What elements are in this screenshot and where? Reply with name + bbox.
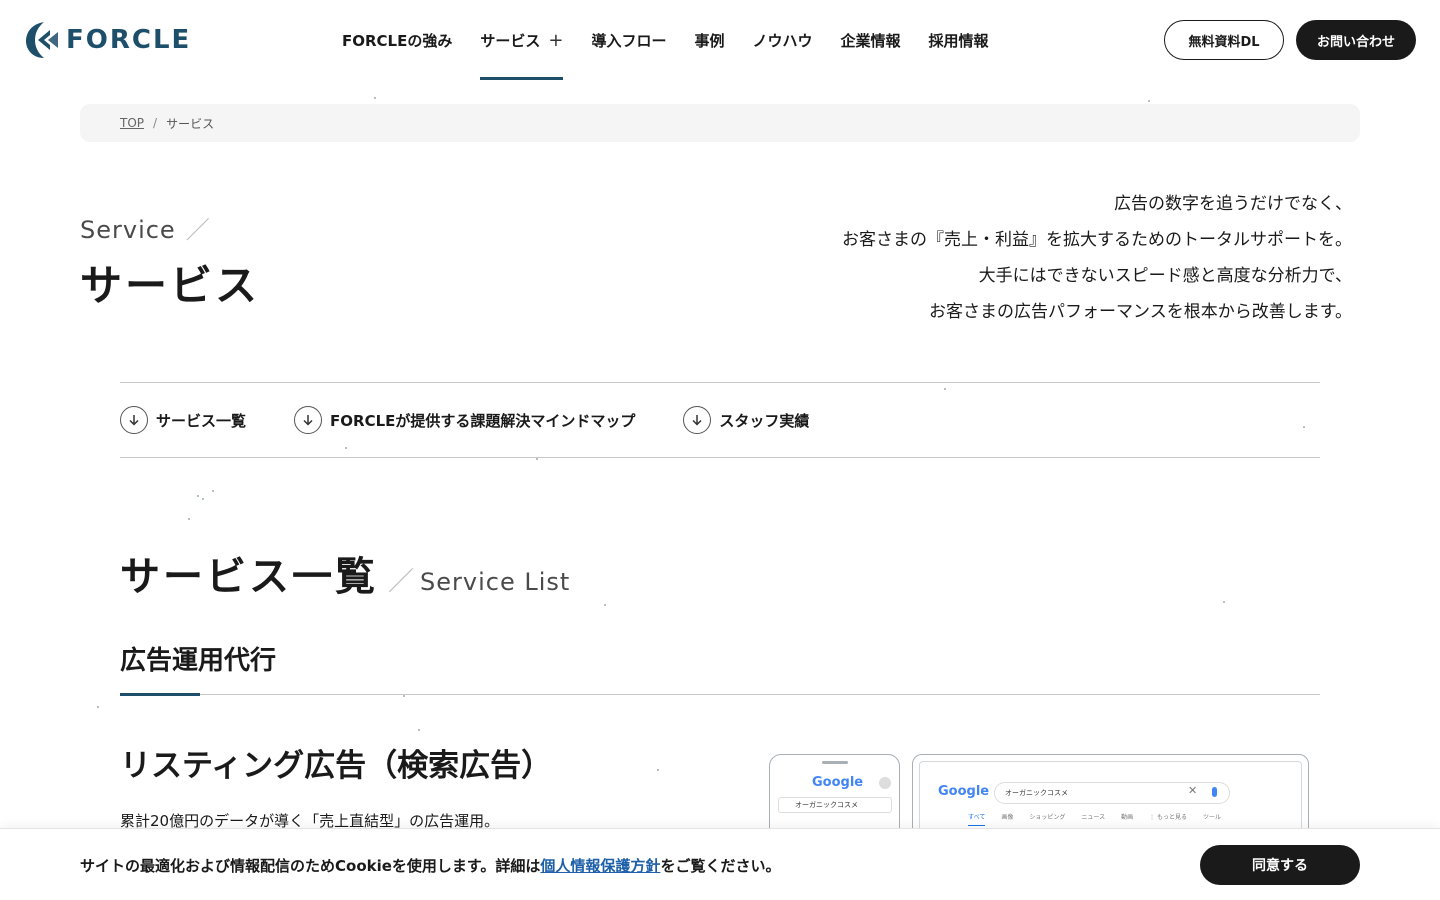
cookie-text-after: をご覧ください。	[660, 857, 781, 875]
search-tab: ツール	[1203, 814, 1222, 821]
logo[interactable]: FORCLE	[24, 20, 191, 60]
main-nav: FORCLEの強み サービス + 導入フロー 事例 ノウハウ 企業情報 採用情報	[328, 0, 1003, 80]
nav-label: 導入フロー	[591, 31, 667, 50]
breadcrumb-separator: /	[153, 116, 158, 130]
page-title-en: Service ／	[80, 210, 211, 245]
nav-item-knowhow[interactable]: ノウハウ	[739, 0, 827, 80]
phone-speaker	[822, 761, 848, 764]
nav-item-flow[interactable]: 導入フロー	[577, 0, 680, 80]
mic-icon	[1212, 787, 1217, 797]
hero-copy-line: 広告の数字を追うだけでなく、	[1114, 194, 1352, 214]
site-header: FORCLE FORCLEの強み サービス + 導入フロー 事例 ノウハウ 企業…	[0, 0, 1440, 80]
anchor-label: サービス一覧	[156, 411, 247, 430]
anchor-label: スタッフ実績	[719, 411, 810, 430]
category-divider	[120, 694, 1320, 695]
search-tab: ニュース	[1081, 814, 1106, 821]
hero-copy-line: 大手にはできないスピード感と高度な分析力で、	[978, 266, 1352, 286]
search-tabs: すべて 画像 ショッピング ニュース 動画 ⋮ もっと見る ツール	[968, 812, 1237, 826]
search-tab: すべて	[968, 812, 986, 826]
nav-item-cases[interactable]: 事例	[681, 0, 739, 80]
breadcrumb-current: サービス	[166, 116, 215, 131]
cookie-text: サイトの最適化および情報配信のためCookieを使用します。詳細は個人情報保護方…	[80, 855, 780, 876]
google-logo: Google	[938, 784, 990, 799]
anchor-links: サービス一覧 FORCLEが提供する課題解決マインドマップ スタッフ実績	[120, 382, 1320, 458]
cookie-accept-button[interactable]: 同意する	[1200, 845, 1360, 885]
anchor-label: FORCLEが提供する課題解決マインドマップ	[330, 411, 636, 430]
anchor-staff[interactable]: スタッフ実績	[683, 406, 809, 434]
category-title: 広告運用代行	[120, 646, 277, 676]
breadcrumb-home-link[interactable]: TOP	[120, 116, 144, 130]
search-tab: ショッピング	[1029, 814, 1066, 821]
forcle-logo-icon	[26, 22, 58, 58]
anchor-service-list[interactable]: サービス一覧	[120, 406, 246, 434]
nav-item-strengths[interactable]: FORCLEの強み	[328, 0, 466, 80]
hero-copy-line: お客さまの『売上・利益』を拡大するためのトータルサポートを。	[842, 230, 1352, 250]
service-list-title-en: Service List	[420, 568, 571, 596]
plus-icon: +	[548, 29, 564, 51]
breadcrumb: TOP / サービス	[80, 104, 1360, 142]
nav-label: 企業情報	[840, 31, 901, 50]
page-title: サービス	[80, 261, 261, 310]
contact-button[interactable]: お問い合わせ	[1296, 20, 1416, 60]
nav-label: FORCLEの強み	[342, 31, 453, 50]
search-tab: ⋮ もっと見る	[1149, 814, 1188, 821]
anchor-mindmap[interactable]: FORCLEが提供する課題解決マインドマップ	[294, 406, 635, 434]
cookie-banner: サイトの最適化および情報配信のためCookieを使用します。詳細は個人情報保護方…	[0, 828, 1440, 900]
service-list-title: サービス一覧	[120, 554, 378, 600]
category-divider-accent	[120, 693, 200, 696]
hero-copy-line: お客さまの広告パフォーマンスを根本から改善します。	[929, 302, 1352, 322]
search-tab: 動画	[1121, 814, 1134, 821]
nav-item-company[interactable]: 企業情報	[827, 0, 915, 80]
service-list-heading: サービス一覧 ／ Service List	[120, 544, 570, 602]
phone-search-box: オーガニックコスメ	[778, 797, 892, 813]
nav-label: ノウハウ	[752, 31, 813, 50]
privacy-policy-link[interactable]: 個人情報保護方針	[540, 857, 660, 875]
close-icon: ✕	[1188, 784, 1198, 797]
service-title: リスティング広告（検索広告）	[120, 748, 553, 784]
nav-label: 採用情報	[928, 31, 989, 50]
nav-item-recruit[interactable]: 採用情報	[915, 0, 1003, 80]
cookie-text-before: サイトの最適化および情報配信のためCookieを使用します。詳細は	[80, 857, 541, 875]
arrow-down-icon	[120, 406, 148, 434]
page-title-en-text: Service	[80, 216, 176, 244]
title-slash: ／	[185, 216, 211, 244]
download-button[interactable]: 無料資料DL	[1164, 20, 1284, 60]
hero-copy: 広告の数字を追うだけでなく、 お客さまの『売上・利益』を拡大するためのトータルサ…	[842, 186, 1352, 330]
search-tab: 画像	[1001, 814, 1014, 821]
nav-label: サービス	[480, 31, 541, 50]
nav-item-service[interactable]: サービス +	[466, 0, 577, 80]
avatar-icon	[879, 777, 891, 789]
title-slash: ／	[388, 567, 415, 597]
google-logo: Google	[812, 775, 864, 790]
arrow-down-icon	[294, 406, 323, 434]
logo-text: FORCLE	[66, 25, 192, 55]
nav-label: 事例	[694, 31, 725, 50]
arrow-down-icon	[683, 406, 712, 434]
